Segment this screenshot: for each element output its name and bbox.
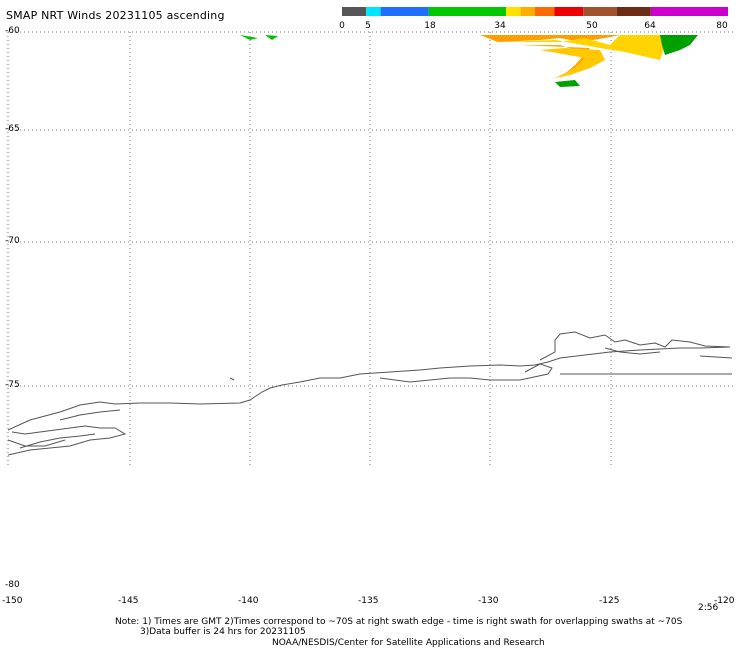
latitude-label: -75 [5, 380, 20, 390]
time-label: 2:56 [698, 603, 719, 613]
wind-patch-green-3 [240, 35, 258, 40]
wind-swath-area [240, 35, 698, 87]
longitude-label: -145 [118, 596, 139, 606]
wind-patch-green-2 [555, 80, 580, 87]
note-line-3: NOAA/NESDIS/Center for Satellite Applica… [272, 638, 545, 648]
longitude-label: -135 [358, 596, 379, 606]
wind-patch-yellow-2 [540, 48, 605, 78]
wind-map [7, 31, 733, 466]
wind-patch-green-4 [265, 35, 278, 40]
latitude-label: -60 [5, 26, 20, 36]
latitude-label: -70 [5, 236, 20, 246]
longitude-label: -125 [599, 596, 620, 606]
wind-patch-green-1 [660, 35, 698, 55]
longitude-label: -140 [238, 596, 259, 606]
note-line-2: 3)Data buffer is 24 hrs for 20231105 [140, 627, 306, 637]
graticule [7, 31, 733, 466]
longitude-label: -150 [2, 596, 23, 606]
latitude-label: -80 [5, 580, 20, 590]
longitude-label: -130 [478, 596, 499, 606]
latitude-label: -65 [5, 124, 20, 134]
